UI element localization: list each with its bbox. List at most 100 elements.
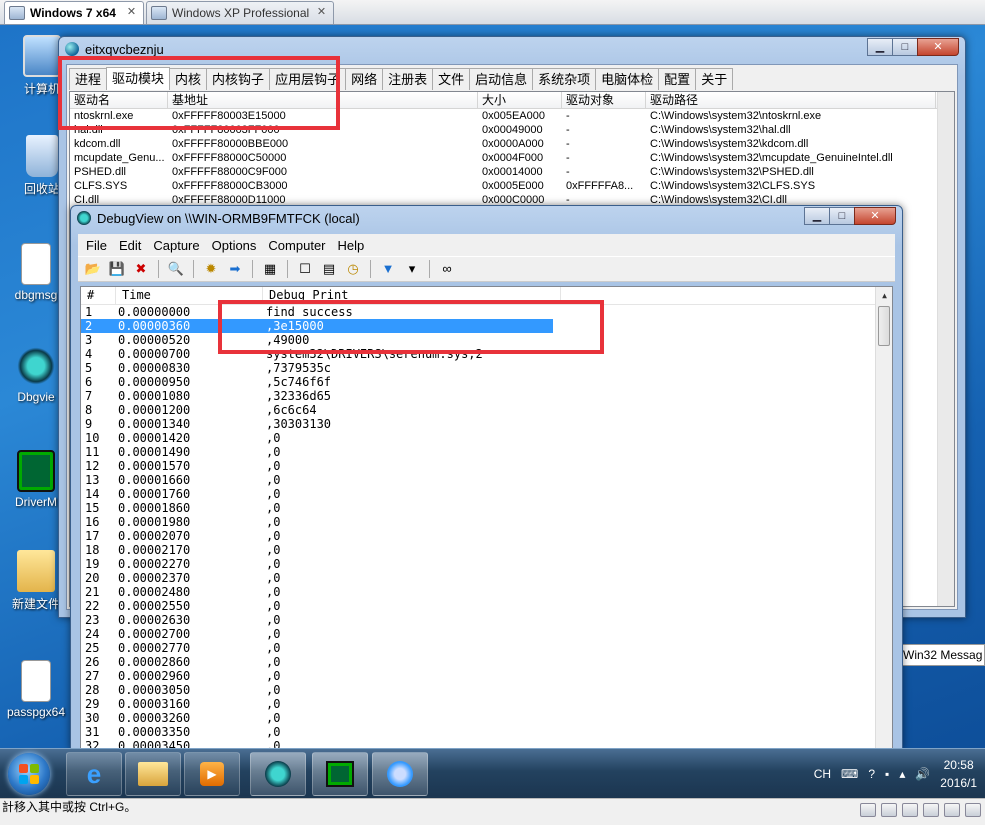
tab-network[interactable]: 网络 <box>345 68 384 90</box>
table-row[interactable]: kdcom.dll 0xFFFFF80000BBE000 0x0000A000 - C:… <box>70 137 954 151</box>
taskbar-driver-monitor[interactable] <box>312 752 368 796</box>
maximize-button[interactable]: □ <box>892 38 918 56</box>
list-item[interactable]: 30 0.00003260 ,0 <box>81 711 892 725</box>
clock-time-icon[interactable]: ☐ <box>296 260 314 278</box>
keyboard-icon[interactable]: ⌨ <box>841 767 858 781</box>
list-item[interactable]: 18 0.00002170 ,0 <box>81 543 892 557</box>
menu-options[interactable]: Options <box>206 238 263 253</box>
autoscroll-icon[interactable]: ➡ <box>226 260 244 278</box>
list-item[interactable]: 11 0.00001490 ,0 <box>81 445 892 459</box>
list-item[interactable]: 15 0.00001860 ,0 <box>81 501 892 515</box>
close-icon[interactable]: ✕ <box>315 6 328 19</box>
vm-tab-windowsxp[interactable]: Windows XP Professional ✕ <box>146 1 334 24</box>
taskbar-app[interactable] <box>372 752 428 796</box>
list-item[interactable]: 13 0.00001660 ,0 <box>81 473 892 487</box>
tray-expand-icon[interactable]: ▴ <box>899 767 905 781</box>
table-row[interactable]: PSHED.dll 0xFFFFF88000C9F000 0x00014000 - C:… <box>70 165 954 179</box>
minimize-button[interactable]: ▁ <box>867 38 893 56</box>
capture-icon[interactable]: ✹ <box>202 260 220 278</box>
filter-icon[interactable]: ▼ <box>379 260 397 278</box>
list-item[interactable]: 17 0.00002070 ,0 <box>81 529 892 543</box>
list-item[interactable]: 8 0.00001200 ,6c6c64 <box>81 403 892 417</box>
list-item[interactable]: 29 0.00003160 ,0 <box>81 697 892 711</box>
list-item[interactable]: 16 0.00001980 ,0 <box>81 515 892 529</box>
list-item[interactable]: 25 0.00002770 ,0 <box>81 641 892 655</box>
desktop-icon-passpgx64[interactable]: passpgx64 <box>4 660 68 719</box>
start-button[interactable] <box>8 753 50 795</box>
scrollbar[interactable]: ▲ <box>875 287 892 748</box>
find-icon[interactable]: 🔍 <box>167 260 185 278</box>
taskbar-media-player[interactable]: ▶ <box>184 752 240 796</box>
list-item[interactable]: 10 0.00001420 ,0 <box>81 431 892 445</box>
tab-about[interactable]: 关于 <box>695 68 734 90</box>
menu-help[interactable]: Help <box>332 238 371 253</box>
table-row[interactable]: mcupdate_Genu... 0xFFFFF88000C50000 0x0004… <box>70 151 954 165</box>
language-indicator[interactable]: CH <box>814 767 831 781</box>
list-item[interactable]: 24 0.00002700 ,0 <box>81 627 892 641</box>
scroll-thumb[interactable] <box>878 306 890 346</box>
close-button[interactable]: ✕ <box>917 38 959 56</box>
list-item[interactable]: 22 0.00002550 ,0 <box>81 599 892 613</box>
clear-icon[interactable]: ✖ <box>132 260 150 278</box>
hard-disk-icon[interactable] <box>860 803 876 817</box>
list-item[interactable]: 6 0.00000950 ,5c746f6f <box>81 375 892 389</box>
menu-capture[interactable]: Capture <box>147 238 205 253</box>
list-item[interactable]: 5 0.00000830 ,7379535c <box>81 361 892 375</box>
taskbar-debugview[interactable] <box>250 752 306 796</box>
list-item[interactable]: 23 0.00002630 ,0 <box>81 613 892 627</box>
minimize-button[interactable]: ▁ <box>804 207 830 225</box>
list-item[interactable]: 19 0.00002270 ,0 <box>81 557 892 571</box>
list-item[interactable]: 31 0.00003350 ,0 <box>81 725 892 739</box>
maximize-button[interactable]: □ <box>829 207 855 225</box>
table-row[interactable]: CLFS.SYS 0xFFFFF88000CB3000 0x0005E000 0xFF… <box>70 179 954 193</box>
list-item[interactable]: 7 0.00001080 ,32336d65 <box>81 389 892 403</box>
tab-startup[interactable]: 启动信息 <box>469 68 534 90</box>
list-cell: 20 <box>85 571 100 585</box>
clock[interactable]: 20:58 2016/1 <box>940 756 977 792</box>
save-icon[interactable]: 💾 <box>108 260 126 278</box>
column-header[interactable]: # <box>81 287 116 304</box>
binoculars-icon[interactable]: ∞ <box>438 260 456 278</box>
list-item[interactable]: 14 0.00001760 ,0 <box>81 487 892 501</box>
usb-icon[interactable] <box>923 803 939 817</box>
list-item[interactable]: 20 0.00002370 ,0 <box>81 571 892 585</box>
settings-icon[interactable]: ▪ <box>885 767 889 781</box>
column-header[interactable]: 驱动对象 <box>562 92 646 108</box>
capture-kernel-icon[interactable]: ▦ <box>261 260 279 278</box>
network-icon[interactable] <box>902 803 918 817</box>
background-window-title[interactable]: Win32 Messag <box>898 644 985 666</box>
list-item[interactable]: 12 0.00001570 ,0 <box>81 459 892 473</box>
menu-file[interactable]: File <box>80 238 113 253</box>
list-item[interactable]: 26 0.00002860 ,0 <box>81 655 892 669</box>
list-item[interactable]: 27 0.00002960 ,0 <box>81 669 892 683</box>
cd-icon[interactable] <box>881 803 897 817</box>
display-icon[interactable] <box>965 803 981 817</box>
menu-edit[interactable]: Edit <box>113 238 147 253</box>
vm-tab-windows7[interactable]: Windows 7 x64 ✕ <box>4 1 144 24</box>
tab-file[interactable]: 文件 <box>432 68 471 90</box>
taskbar-ie[interactable]: e <box>66 752 122 796</box>
tab-registry[interactable]: 注册表 <box>382 68 434 90</box>
history-icon[interactable]: ▤ <box>320 260 338 278</box>
debugview-titlebar[interactable]: DebugView on \\WIN-ORMB9FMTFCK (local) <box>71 206 902 230</box>
list-item[interactable]: 9 0.00001340 ,30303130 <box>81 417 892 431</box>
help-icon[interactable]: ? <box>868 767 875 781</box>
tab-config[interactable]: 配置 <box>658 68 697 90</box>
list-item[interactable]: 28 0.00003050 ,0 <box>81 683 892 697</box>
column-header[interactable]: 大小 <box>478 92 562 108</box>
list-item[interactable]: 21 0.00002480 ,0 <box>81 585 892 599</box>
close-icon[interactable]: ✕ <box>125 6 138 19</box>
close-button[interactable]: ✕ <box>854 207 896 225</box>
column-header[interactable]: 驱动路径 <box>646 92 936 108</box>
menu-computer[interactable]: Computer <box>262 238 331 253</box>
scrollbar[interactable] <box>937 92 954 606</box>
open-icon[interactable]: 📂 <box>84 260 102 278</box>
taskbar-explorer[interactable] <box>125 752 181 796</box>
printer-icon[interactable] <box>944 803 960 817</box>
highlight-icon[interactable]: ▾ <box>403 260 421 278</box>
tab-misc[interactable]: 系统杂项 <box>532 68 597 90</box>
scroll-up-arrow[interactable]: ▲ <box>876 287 892 304</box>
speaker-icon[interactable]: 🔊 <box>915 767 930 781</box>
timer-icon[interactable]: ◷ <box>344 260 362 278</box>
tab-checkup[interactable]: 电脑体检 <box>595 68 660 90</box>
